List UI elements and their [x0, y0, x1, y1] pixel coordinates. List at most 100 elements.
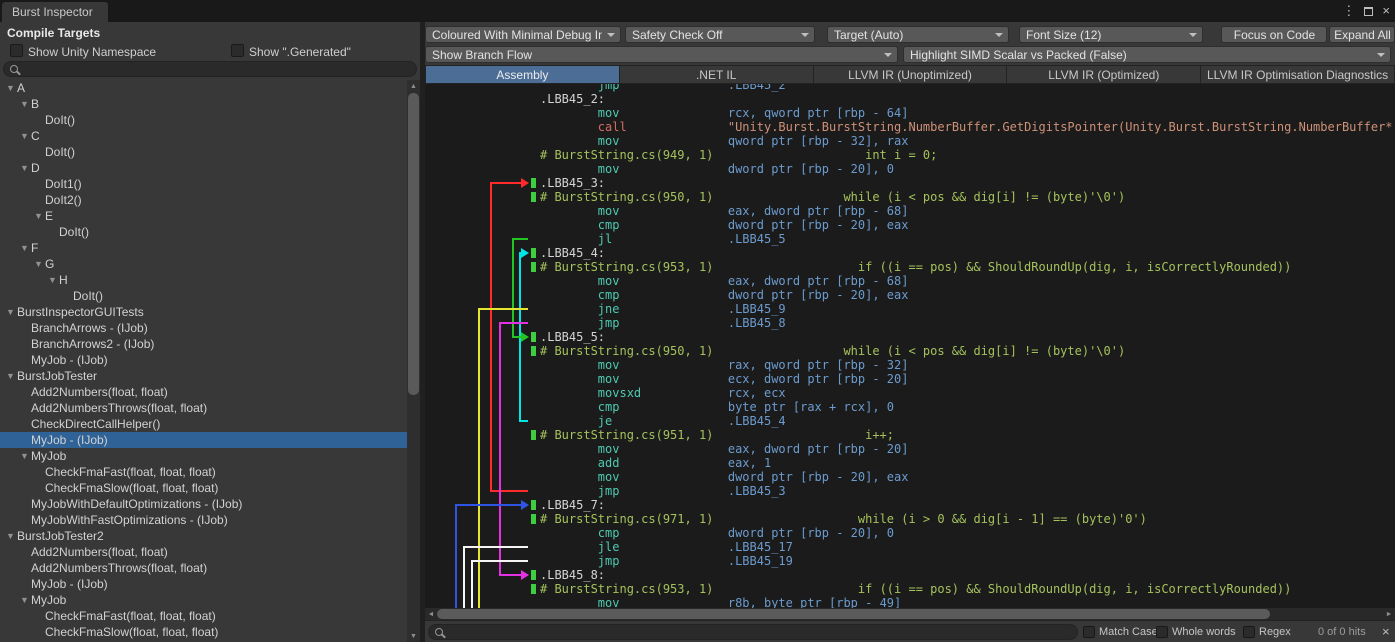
- foldout-triangle-icon[interactable]: ▼: [18, 448, 31, 464]
- tree-item-add2numbersthrows-float-float[interactable]: Add2NumbersThrows(float, float): [0, 400, 407, 416]
- sidebar-scrollbar-thumb[interactable]: [408, 93, 419, 395]
- tree-item-a[interactable]: ▼A: [0, 80, 407, 96]
- find-input[interactable]: [428, 624, 1078, 640]
- tree-item-myjob-ijob[interactable]: MyJob - (IJob): [0, 432, 407, 448]
- expand-all-button[interactable]: Expand All: [1329, 26, 1395, 43]
- tree-item-myjob-ijob[interactable]: MyJob - (IJob): [0, 352, 407, 368]
- show-unity-namespace-checkbox[interactable]: [10, 44, 23, 57]
- foldout-triangle-icon[interactable]: ▼: [18, 240, 31, 256]
- code-scrollbar-thumb[interactable]: [437, 609, 1270, 619]
- tab-llvm-ir-optimisation-diagnostics[interactable]: LLVM IR Optimisation Diagnostics: [1201, 65, 1395, 84]
- tab-burst-inspector[interactable]: Burst Inspector: [2, 2, 108, 22]
- branch-flow-dropdown[interactable]: Show Branch Flow: [425, 46, 898, 63]
- branch-arrows: [425, 84, 1395, 608]
- tree-item-b[interactable]: ▼B: [0, 96, 407, 112]
- targets-search-input[interactable]: [3, 61, 417, 77]
- branch-arrow-segment: [512, 238, 528, 240]
- tree-item-f[interactable]: ▼F: [0, 240, 407, 256]
- close-icon[interactable]: ×: [1382, 2, 1390, 20]
- tree-indent: [0, 232, 46, 233]
- tree-item-myjobwithdefaultoptimizations-ijob[interactable]: MyJobWithDefaultOptimizations - (IJob): [0, 496, 407, 512]
- whole-words-checkbox[interactable]: [1156, 626, 1168, 638]
- foldout-triangle-icon[interactable]: ▼: [18, 592, 31, 608]
- tree-item-doit[interactable]: DoIt(): [0, 144, 407, 160]
- target-dropdown[interactable]: Target (Auto): [827, 26, 1009, 43]
- tree-indent: [0, 296, 60, 297]
- branch-arrow-segment: [478, 309, 480, 608]
- hit-count: 0 of 0 hits: [1318, 626, 1366, 638]
- foldout-triangle-icon[interactable]: ▼: [4, 304, 17, 320]
- scroll-right-icon[interactable]: ►: [1383, 608, 1395, 620]
- tree-indent: [0, 216, 32, 217]
- tree-item-myjobwithfastoptimizations-ijob[interactable]: MyJobWithFastOptimizations - (IJob): [0, 512, 407, 528]
- tree-item-label: H: [59, 273, 68, 287]
- tree-item-add2numbers-float-float[interactable]: Add2Numbers(float, float): [0, 544, 407, 560]
- window-tab-bar: Burst Inspector ⋮ ×: [0, 0, 1395, 22]
- font-size-dropdown[interactable]: Font Size (12): [1019, 26, 1203, 43]
- scroll-up-icon[interactable]: ▲: [407, 80, 420, 92]
- foldout-triangle-icon[interactable]: ▼: [4, 528, 17, 544]
- tree-item-g[interactable]: ▼G: [0, 256, 407, 272]
- safety-check-dropdown[interactable]: Safety Check Off: [625, 26, 815, 43]
- sidebar-scrollbar[interactable]: ▲ ▼: [407, 80, 420, 642]
- tree-item-label: F: [31, 241, 38, 255]
- foldout-triangle-icon[interactable]: ▼: [32, 208, 45, 224]
- tree-item-add2numbersthrows-float-float[interactable]: Add2NumbersThrows(float, float): [0, 560, 407, 576]
- match-case-checkbox[interactable]: [1083, 626, 1095, 638]
- tree-item-label: BurstJobTester: [17, 369, 97, 383]
- tree-item-burstinspectorguitests[interactable]: ▼BurstInspectorGUITests: [0, 304, 407, 320]
- simd-highlight-dropdown[interactable]: Highlight SIMD Scalar vs Packed (False): [903, 46, 1391, 63]
- tree-item-doit[interactable]: DoIt(): [0, 288, 407, 304]
- show-generated-checkbox[interactable]: [231, 44, 244, 57]
- debug-mode-dropdown[interactable]: Coloured With Minimal Debug Information: [425, 26, 621, 43]
- foldout-triangle-icon[interactable]: ▼: [32, 256, 45, 272]
- tree-item-e[interactable]: ▼E: [0, 208, 407, 224]
- tree-item-brancharrows-ijob[interactable]: BranchArrows - (IJob): [0, 320, 407, 336]
- tree-indent: [0, 472, 32, 473]
- tree-item-add2numbers-float-float[interactable]: Add2Numbers(float, float): [0, 384, 407, 400]
- tab-net-il[interactable]: .NET IL: [620, 65, 814, 84]
- scroll-left-icon[interactable]: ◄: [425, 608, 437, 620]
- foldout-triangle-icon[interactable]: ▼: [4, 368, 17, 384]
- tree-item-doit[interactable]: DoIt(): [0, 112, 407, 128]
- foldout-triangle-icon[interactable]: ▼: [18, 160, 31, 176]
- tree-item-myjob[interactable]: ▼MyJob: [0, 448, 407, 464]
- expand-all-button-label: Expand All: [1334, 28, 1391, 42]
- tree-item-burstjobtester2[interactable]: ▼BurstJobTester2: [0, 528, 407, 544]
- foldout-triangle-icon[interactable]: ▼: [18, 128, 31, 144]
- tree-item-checkfmaslow-float-float-float[interactable]: CheckFmaSlow(float, float, float): [0, 624, 407, 640]
- tree-item-label: CheckFmaSlow(float, float, float): [45, 481, 218, 495]
- tree-item-checkfmafast-float-float-float[interactable]: CheckFmaFast(float, float, float): [0, 464, 407, 480]
- assembly-code-view[interactable]: jmp .LBB45_2.LBB45_2: mov rcx, qword ptr…: [425, 84, 1395, 608]
- tree-item-c[interactable]: ▼C: [0, 128, 407, 144]
- tree-item-myjob-ijob[interactable]: MyJob - (IJob): [0, 576, 407, 592]
- tree-item-label: MyJob: [31, 449, 66, 463]
- tree-item-brancharrows2-ijob[interactable]: BranchArrows2 - (IJob): [0, 336, 407, 352]
- foldout-triangle-icon[interactable]: ▼: [18, 96, 31, 112]
- foldout-triangle-icon[interactable]: ▼: [46, 272, 59, 288]
- maximize-icon[interactable]: [1364, 7, 1373, 16]
- tree-item-burstjobtester[interactable]: ▼BurstJobTester: [0, 368, 407, 384]
- tree-item-checkfmafast-float-float-float[interactable]: CheckFmaFast(float, float, float): [0, 608, 407, 624]
- tree-item-h[interactable]: ▼H: [0, 272, 407, 288]
- tree-item-checkfmaslow-float-float-float[interactable]: CheckFmaSlow(float, float, float): [0, 480, 407, 496]
- regex-checkbox[interactable]: [1243, 626, 1255, 638]
- tree-item-checkdirectcallhelper[interactable]: CheckDirectCallHelper(): [0, 416, 407, 432]
- tree-item-doit2[interactable]: DoIt2(): [0, 192, 407, 208]
- branch-arrow-segment: [463, 547, 465, 608]
- tree-item-d[interactable]: ▼D: [0, 160, 407, 176]
- tree-item-myjob[interactable]: ▼MyJob: [0, 592, 407, 608]
- tree-item-label: D: [31, 161, 40, 175]
- tab-llvm-ir-optimized[interactable]: LLVM IR (Optimized): [1007, 65, 1201, 84]
- tree-item-doit[interactable]: DoIt(): [0, 224, 407, 240]
- tree-item-doit1[interactable]: DoIt1(): [0, 176, 407, 192]
- code-horizontal-scrollbar[interactable]: ◄ ►: [425, 608, 1395, 620]
- scroll-down-icon[interactable]: ▼: [407, 630, 420, 642]
- tree-item-label: BurstJobTester2: [17, 529, 104, 543]
- tab-assembly[interactable]: Assembly: [425, 65, 620, 84]
- focus-on-code-button[interactable]: Focus on Code: [1221, 26, 1327, 43]
- foldout-triangle-icon[interactable]: ▼: [4, 80, 17, 96]
- close-find-icon[interactable]: ×: [1382, 624, 1390, 639]
- menu-icon[interactable]: ⋮: [1342, 2, 1355, 20]
- tab-llvm-ir-unoptimized[interactable]: LLVM IR (Unoptimized): [814, 65, 1008, 84]
